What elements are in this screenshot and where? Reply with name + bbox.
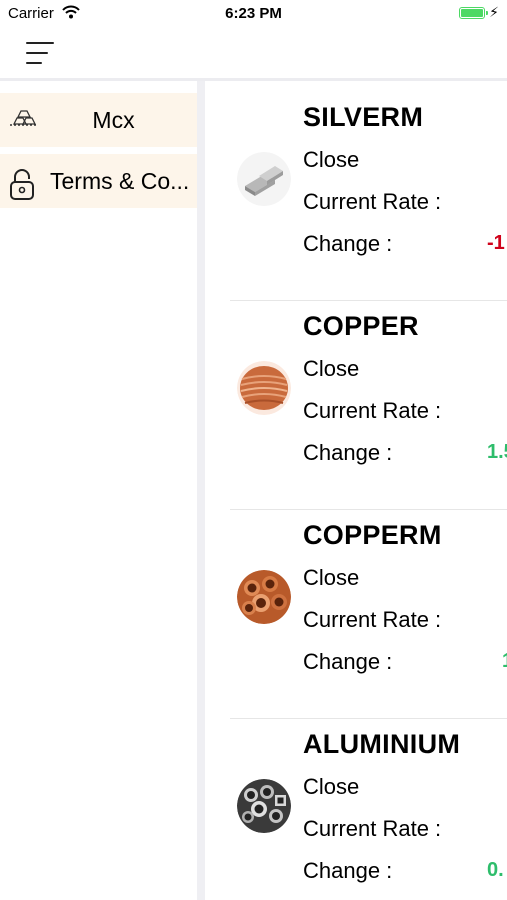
sidebar-item-terms[interactable]: Terms & Co... [0,154,197,208]
change-value: 1 [502,650,507,673]
copper-pipes-image [237,570,291,624]
change-label: Change : [303,649,393,674]
commodity-name: SILVERM [303,102,424,132]
commodity-name: COPPER [303,311,419,341]
commodity-card[interactable]: SILVERM Close Current Rate : Change : -1 [205,92,507,301]
commodity-list: SILVERM Close Current Rate : Change : -1… [205,92,507,900]
close-label: Close [303,565,360,590]
sidebar-item-label: Terms & Co... [50,168,190,194]
current-rate-label: Current Rate : [303,398,442,423]
status-bar: Carrier 6:23 PM ⚡ [0,0,507,28]
clock: 6:23 PM [225,5,282,22]
sidebar-item-mcx[interactable]: Mcx [0,93,197,147]
commodity-name: ALUMINIUM [303,729,461,759]
change-value: 1.5 [487,441,507,463]
sidebar-item-label: Mcx [92,107,135,133]
current-rate-label: Current Rate : [303,189,442,214]
change-label: Change : [303,231,393,256]
change-value: -1 [487,232,505,254]
close-label: Close [303,147,360,172]
gold-bars-icon [8,107,40,134]
panel-divider [197,81,205,900]
commodity-name: COPPERM [303,520,442,550]
commodity-card[interactable]: COPPERM Close Current Rate : Change : 1 [205,510,507,719]
menu-icon[interactable] [26,42,56,64]
current-rate-label: Current Rate : [303,816,442,841]
change-value: 0. [487,859,504,881]
current-rate-label: Current Rate : [303,607,442,632]
change-label: Change : [303,440,393,465]
copper-wire-coil-image [237,361,291,415]
charging-icon: ⚡ [489,4,499,20]
close-label: Close [303,774,360,799]
change-label: Change : [303,858,393,883]
commodity-card[interactable]: ALUMINIUM Close Current Rate : Change : … [205,719,507,900]
silver-bars-image [237,152,291,206]
sidebar: Mcx Terms & Co... [0,81,197,900]
battery-icon [459,7,488,19]
aluminium-pipes-image [237,779,291,833]
navigation-bar [0,28,507,78]
commodity-card[interactable]: COPPER Close Current Rate : Change : 1.5 [205,301,507,510]
lock-icon [8,168,36,207]
close-label: Close [303,356,360,381]
